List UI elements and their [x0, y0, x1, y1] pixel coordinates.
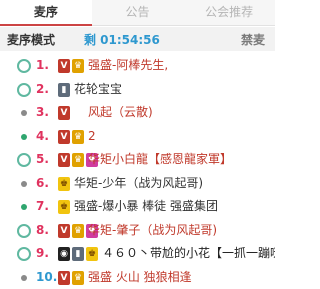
- crown-icon: ♛: [72, 130, 84, 144]
- queue-rank: 4.: [36, 125, 49, 149]
- user-name[interactable]: ４６０丶带尬的小花【一抓一蹦哒: [102, 242, 275, 266]
- mic-status-icon: [17, 224, 31, 238]
- gold-crown-icon: ♚: [58, 200, 70, 214]
- vip-badge-icon: V: [58, 106, 70, 120]
- queue-row[interactable]: 3. V 风起（云散): [0, 101, 275, 125]
- phone-icon: ▮: [72, 247, 84, 261]
- queue-row[interactable]: 1. V♛ 强盛-阿棒先生,: [0, 54, 275, 78]
- mic-status-icon: [17, 83, 31, 97]
- queue-row[interactable]: 9. ◉▮♚ ４６０丶带尬的小花【一抓一蹦哒: [0, 242, 275, 266]
- tab-mic-order[interactable]: 麦序: [0, 0, 92, 26]
- user-badges: V♛: [58, 130, 84, 144]
- gold-crown-icon: ♚: [86, 247, 98, 261]
- mic-status-icon: [17, 247, 31, 261]
- queue-rank: 7.: [36, 195, 49, 219]
- vip-badge-icon: V: [58, 59, 70, 73]
- vip-badge-icon: V: [58, 153, 70, 167]
- queue-row[interactable]: 5.V♛♥华矩小白龍【感恩龍家軍】: [0, 148, 275, 172]
- mic-mode-label: 麦序模式: [7, 31, 55, 48]
- mic-status-icon: [17, 153, 31, 167]
- user-badges: ▮: [58, 83, 70, 97]
- tab-bar: 麦序 公告 公会推荐: [0, 0, 275, 26]
- queue-row[interactable]: 2. ▮ 花轮宝宝: [0, 78, 275, 102]
- queue-rank: 10.: [36, 266, 57, 289]
- queue-rank: 9.: [36, 242, 49, 266]
- tab-guild-recommend[interactable]: 公会推荐: [183, 0, 275, 26]
- user-badges: ◉▮♚: [58, 247, 98, 261]
- mic-status-icon: [17, 59, 31, 73]
- user-name[interactable]: 华矩小白龍【感恩龍家軍】: [88, 148, 232, 172]
- queue-row[interactable]: 4. V♛ 2: [0, 125, 275, 149]
- user-name[interactable]: 花轮宝宝: [74, 78, 122, 102]
- user-name[interactable]: 强盛-爆小暴 棒徒 强盛集团: [74, 195, 218, 219]
- mic-mode-header: 麦序模式 剩 01:54:56 禁麦: [0, 27, 275, 51]
- user-name[interactable]: 强盛 火山 独狼相逢: [88, 266, 192, 289]
- user-name[interactable]: 华矩-肇子（战为风起哥): [88, 219, 217, 243]
- mic-status-icon: [21, 134, 27, 140]
- mic-mode-timer: 剩 01:54:56: [84, 31, 160, 48]
- user-name[interactable]: 风起（云散): [88, 101, 153, 125]
- mic-status-icon: [21, 181, 27, 187]
- queue-rank: 5.: [36, 148, 49, 172]
- crown-icon: ♛: [72, 59, 84, 73]
- queue-rank: 6.: [36, 172, 49, 196]
- queue-rank: 3.: [36, 101, 49, 125]
- mic-queue-list: 1.V♛强盛-阿棒先生,2.▮花轮宝宝3.V风起（云散)4.V♛25.V♛♥华矩…: [0, 54, 275, 289]
- mic-status-icon: [21, 110, 27, 116]
- queue-row[interactable]: 10.V♛ 强盛 火山 独狼相逢: [0, 266, 275, 289]
- queue-rank: 1.: [36, 54, 49, 78]
- user-name[interactable]: 2: [88, 125, 96, 149]
- user-badges: V: [58, 106, 70, 120]
- crown-icon: ♛: [72, 224, 84, 238]
- vip-badge-icon: V: [58, 224, 70, 238]
- user-badges: ♚: [58, 200, 70, 214]
- queue-rank: 8.: [36, 219, 49, 243]
- tab-announcement[interactable]: 公告: [92, 0, 184, 26]
- queue-rank: 2.: [36, 78, 49, 102]
- phone-icon: ▮: [58, 83, 70, 97]
- user-badges: V♛: [58, 59, 84, 73]
- mute-mic-button[interactable]: 禁麦: [241, 31, 265, 48]
- crown-icon: ♛: [72, 153, 84, 167]
- vip-badge-icon: V: [58, 271, 70, 285]
- queue-row[interactable]: 7. ♚ 强盛-爆小暴 棒徒 强盛集团: [0, 195, 275, 219]
- user-badges: ♚: [58, 177, 70, 191]
- user-badges: V♛: [58, 271, 84, 285]
- glasses-icon: ◉: [58, 247, 70, 261]
- mic-status-icon: [21, 275, 27, 281]
- crown-icon: ♛: [72, 271, 84, 285]
- gold-crown-icon: ♚: [58, 177, 70, 191]
- user-name[interactable]: 华矩-少年（战为风起哥): [74, 172, 203, 196]
- queue-row[interactable]: 8.V♛♥华矩-肇子（战为风起哥): [0, 219, 275, 243]
- user-name[interactable]: 强盛-阿棒先生,: [88, 54, 168, 78]
- mic-status-icon: [21, 204, 27, 210]
- queue-row[interactable]: 6. ♚ 华矩-少年（战为风起哥): [0, 172, 275, 196]
- vip-badge-icon: V: [58, 130, 70, 144]
